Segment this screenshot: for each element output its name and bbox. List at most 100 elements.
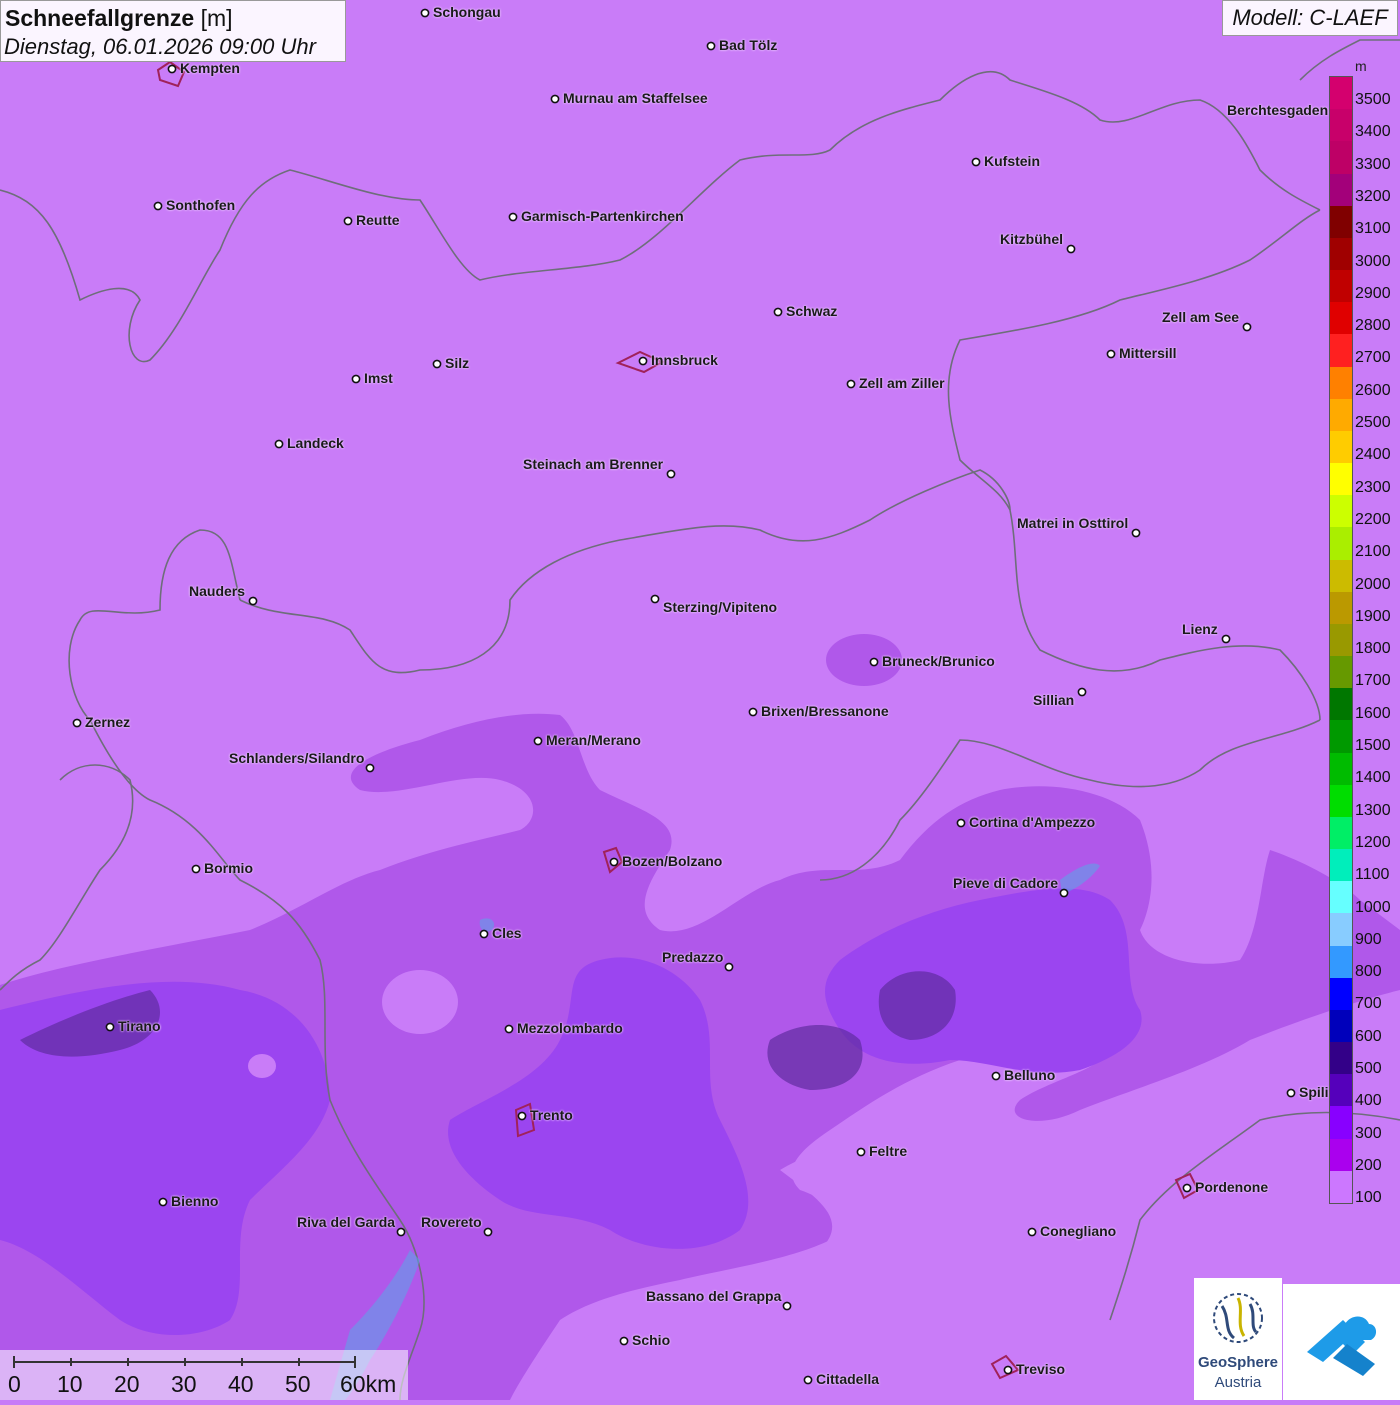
legend-tick-label: 500 <box>1355 1060 1382 1077</box>
city-marker <box>420 8 430 18</box>
city-marker <box>666 469 676 479</box>
city-label: Bormio <box>204 860 253 876</box>
city-label: Zell am Ziller <box>859 375 945 391</box>
city-marker <box>782 1301 792 1311</box>
city-marker <box>158 1197 168 1207</box>
city-label: Trento <box>530 1107 573 1123</box>
city-label: Bienno <box>171 1193 219 1209</box>
city-marker <box>869 657 879 667</box>
legend-tick-label: 1300 <box>1355 801 1391 819</box>
legend-color-step <box>1330 849 1352 882</box>
legend-color-step <box>1330 945 1352 979</box>
city-marker <box>504 1024 514 1034</box>
city-label: Spili <box>1299 1084 1329 1100</box>
city-marker <box>1077 687 1087 697</box>
logo-line2: Austria <box>1214 1374 1262 1391</box>
weather-app-logo <box>1283 1284 1400 1400</box>
city-marker <box>517 1111 527 1121</box>
city-marker <box>1221 634 1231 644</box>
city-marker <box>706 41 716 51</box>
legend-color-step <box>1330 1170 1352 1204</box>
city-marker <box>1286 1088 1296 1098</box>
legend-color-step <box>1330 977 1352 1011</box>
city-marker <box>956 818 966 828</box>
city-marker <box>248 596 258 606</box>
legend-color-step <box>1330 1042 1352 1075</box>
legend-color-step <box>1330 752 1352 786</box>
legend-tick-label: 2700 <box>1355 349 1391 367</box>
city-marker <box>365 763 375 773</box>
city-label: Sonthofen <box>166 197 236 213</box>
zone-island <box>382 970 458 1034</box>
legend-color-step <box>1330 656 1352 689</box>
legend-color-step <box>1330 302 1352 335</box>
city-marker <box>856 1147 866 1157</box>
legend-colorbar <box>1329 76 1353 1204</box>
city-label: Kempten <box>180 60 240 76</box>
legend-color-step <box>1330 463 1352 496</box>
city-label: Cittadella <box>816 1371 880 1387</box>
city-marker <box>619 1336 629 1346</box>
geosphere-emblem-icon <box>1213 1293 1263 1343</box>
city-marker <box>748 707 758 717</box>
city-label: Zernez <box>85 714 131 730</box>
city-label: Belluno <box>1004 1067 1056 1083</box>
city-label: Nauders <box>189 583 246 599</box>
city-marker <box>483 1227 493 1237</box>
city-marker <box>638 356 648 366</box>
city-label: Reutte <box>356 212 400 228</box>
city-marker <box>773 307 783 317</box>
legend-color-step <box>1330 1009 1352 1043</box>
legend-tick-label: 2600 <box>1355 381 1391 399</box>
city-marker <box>1003 1365 1013 1375</box>
city-marker <box>153 201 163 211</box>
city-label: Kitzbühel <box>1000 231 1063 247</box>
city-label: Meran/Merano <box>546 732 641 748</box>
city-marker <box>1027 1227 1037 1237</box>
legend-tick-label: 3100 <box>1355 220 1391 238</box>
scale-label: 10 <box>57 1371 83 1397</box>
city-label: Zell am See <box>1162 309 1240 325</box>
legend-tick-label: 1600 <box>1355 704 1391 722</box>
legend-tick-label: 1700 <box>1355 672 1391 690</box>
city-marker <box>479 929 489 939</box>
city-marker <box>72 718 82 728</box>
legend-color-step <box>1330 559 1352 593</box>
legend-tick-label: 2200 <box>1355 510 1391 528</box>
logo-line1: GeoSphere <box>1197 1354 1279 1371</box>
city-marker <box>724 962 734 972</box>
legend-tick-label: 200 <box>1355 1156 1382 1174</box>
city-label: Bad Tölz <box>719 37 778 53</box>
legend-tick-label: 3300 <box>1355 155 1391 173</box>
city-label: Bruneck/Brunico <box>882 653 995 669</box>
legend-tick-label: 300 <box>1355 1124 1382 1142</box>
city-marker <box>432 359 442 369</box>
legend-tick-label: 2100 <box>1355 543 1391 561</box>
legend-color-step <box>1330 366 1352 400</box>
legend-color-step <box>1330 173 1352 207</box>
legend-color-step <box>1330 205 1352 239</box>
city-marker <box>533 736 543 746</box>
legend-color-step <box>1330 1106 1352 1140</box>
city-marker <box>971 157 981 167</box>
city-label: Matrei in Osttirol <box>1017 515 1129 531</box>
city-label: Sterzing/Vipiteno <box>663 599 778 615</box>
city-marker <box>1131 528 1141 538</box>
legend-color-step <box>1330 430 1352 464</box>
city-label: Schlanders/Silandro <box>229 750 365 766</box>
city-marker <box>846 379 856 389</box>
model-label: Modell: C-LAEF <box>1222 0 1398 36</box>
city-label: Murnau am Staffelsee <box>563 90 708 106</box>
legend-color-step <box>1330 77 1352 110</box>
scale-label: 0 <box>8 1371 21 1397</box>
legend-color-step <box>1330 881 1352 914</box>
city-marker <box>167 64 177 74</box>
city-label: Berchtesgaden <box>1227 102 1329 118</box>
map-title-box: Schneefallgrenze [m] Dienstag, 06.01.202… <box>0 0 346 62</box>
city-label: Rovereto <box>421 1214 482 1230</box>
city-marker <box>1059 888 1069 898</box>
city-label: Cles <box>492 925 522 941</box>
legend-tick-label: 600 <box>1355 1027 1382 1045</box>
city-label: Silz <box>445 355 470 371</box>
legend-tick-label: 2300 <box>1355 478 1391 496</box>
